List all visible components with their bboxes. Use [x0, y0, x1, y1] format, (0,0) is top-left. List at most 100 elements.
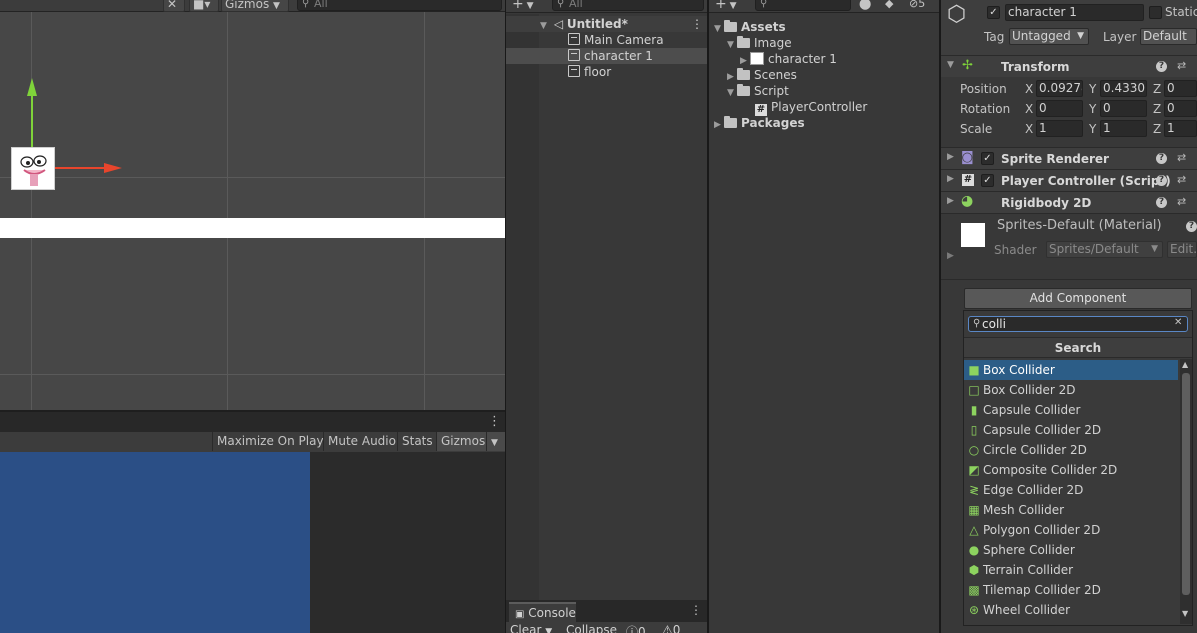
tools-button[interactable]: ✕ [163, 0, 185, 12]
component-result-item[interactable]: ⊛ Wheel Collider [964, 600, 1178, 620]
console-clear-button[interactable]: Clear ▼ [510, 623, 552, 633]
expand-arrow-icon[interactable]: ▶ [947, 174, 954, 184]
expand-arrow-icon[interactable]: ▼ [727, 85, 737, 101]
tag-dropdown[interactable]: Untagged ▼ [1009, 28, 1089, 45]
more-options-icon[interactable]: ⋮ [691, 16, 703, 32]
position-x-field[interactable]: 0.09278 [1036, 80, 1083, 97]
expand-arrow-icon[interactable]: ▶ [947, 196, 954, 206]
scale-y-field[interactable]: 1 [1100, 120, 1147, 137]
component-result-item[interactable]: ▯ Capsule Collider 2D [964, 420, 1178, 440]
scale-z-field[interactable]: 1 [1164, 120, 1197, 137]
component-result-item[interactable]: ▦ Mesh Collider [964, 500, 1178, 520]
component-result-item[interactable]: ● Sphere Collider [964, 540, 1178, 560]
transform-header[interactable]: ▼ ✢ Transform ? ⇄ [941, 55, 1197, 77]
player-controller-enabled-checkbox[interactable]: ✓ [981, 174, 994, 187]
active-checkbox[interactable]: ✓ [987, 6, 1000, 19]
folder-image[interactable]: ▼ Image [727, 35, 792, 51]
sprite-renderer-header[interactable]: ▶ ◙ ✓ Sprite Renderer ? ⇄ [941, 147, 1197, 169]
layer-dropdown[interactable]: Default [1140, 28, 1197, 45]
expand-arrow-icon[interactable]: ▼ [727, 37, 737, 53]
search-by-type-icon[interactable]: ⬤ [859, 0, 871, 10]
expand-arrow-icon[interactable]: ▶ [947, 251, 954, 261]
more-options-icon[interactable]: ⋮ [690, 603, 702, 617]
scene-gizmos-button[interactable]: Gizmos ▼ [221, 0, 289, 12]
console-collapse-button[interactable]: Collapse [566, 623, 617, 633]
position-z-field[interactable]: 0 [1164, 80, 1197, 97]
component-result-item[interactable]: ⬢ Terrain Collider [964, 560, 1178, 580]
camera-button[interactable]: ■▾ [189, 0, 219, 12]
project-search-input[interactable]: ⚲ [755, 0, 851, 11]
expand-arrow-icon[interactable]: ▼ [947, 60, 954, 70]
settings-icon[interactable]: ⇄ [1177, 151, 1186, 164]
component-result-item[interactable]: △ Polygon Collider 2D [964, 520, 1178, 540]
game-gizmos-dropdown[interactable]: ▼ [486, 432, 505, 451]
rotation-z-field[interactable]: 0 [1164, 100, 1197, 117]
component-result-item[interactable]: ▮ Capsule Collider [964, 400, 1178, 420]
game-gizmos-button[interactable]: Gizmos [436, 432, 490, 451]
shader-edit-button[interactable]: Edit... [1167, 241, 1197, 258]
results-scrollbar[interactable]: ▲ ▼ [1180, 359, 1192, 624]
scroll-down-icon[interactable]: ▼ [1182, 609, 1188, 618]
position-y-field[interactable]: 0.4330 [1100, 80, 1147, 97]
hierarchy-item[interactable]: Main Camera [506, 32, 707, 48]
object-name-field[interactable]: character 1 [1005, 4, 1144, 21]
scene-view[interactable]: ✕ ■▾ Gizmos ▼ ⚲ All [0, 0, 505, 410]
rigidbody-2d-header[interactable]: ▶ ◕ Rigidbody 2D ? ⇄ [941, 191, 1197, 213]
help-icon[interactable]: ? [1156, 61, 1167, 72]
hierarchy-item[interactable]: floor [506, 64, 707, 80]
expand-arrow-icon[interactable]: ▶ [947, 152, 954, 162]
game-view-area[interactable] [0, 452, 505, 633]
clear-search-icon[interactable]: ✕ [1174, 317, 1182, 328]
scene-search-input[interactable]: ⚲ All [297, 0, 502, 11]
hierarchy-search-input[interactable]: ⚲ All [552, 0, 704, 11]
rotation-x-field[interactable]: 0 [1036, 100, 1083, 117]
scroll-up-icon[interactable]: ▲ [1182, 360, 1188, 369]
component-result-item[interactable]: ◩ Composite Collider 2D [964, 460, 1178, 480]
component-result-item[interactable]: ■ Box Collider [964, 360, 1178, 380]
material-preview[interactable] [961, 223, 985, 247]
rotation-y-field[interactable]: 0 [1100, 100, 1147, 117]
folder-script[interactable]: ▼ Script [727, 83, 789, 99]
hierarchy-add-button[interactable]: + ▼ [512, 0, 534, 12]
character-sprite[interactable] [11, 147, 55, 190]
asset-character[interactable]: ▶ character 1 [740, 51, 837, 67]
shader-dropdown[interactable]: Sprites/Default ▼ [1046, 241, 1163, 258]
static-checkbox[interactable] [1149, 6, 1162, 19]
expand-arrow-icon[interactable]: ▶ [714, 117, 724, 133]
asset-player-controller[interactable]: # PlayerController [755, 99, 867, 116]
settings-icon[interactable]: ⇄ [1177, 195, 1186, 208]
help-icon[interactable]: ? [1186, 221, 1197, 232]
stats-button[interactable]: Stats [397, 432, 437, 451]
project-add-button[interactable]: + ▼ [715, 0, 737, 12]
sprite-renderer-enabled-checkbox[interactable]: ✓ [981, 152, 994, 165]
warning-count-badge[interactable]: ⚠0 [662, 623, 680, 633]
player-controller-header[interactable]: ▶ # ✓ Player Controller (Script) ? ⇄ [941, 169, 1197, 191]
folder-assets[interactable]: ▼ Assets [714, 19, 786, 35]
scale-x-field[interactable]: 1 [1036, 120, 1083, 137]
help-icon[interactable]: ? [1156, 153, 1167, 164]
mute-audio-button[interactable]: Mute Audio [323, 432, 400, 451]
expand-arrow-icon[interactable]: ▼ [714, 21, 724, 37]
folder-scenes[interactable]: ▶ Scenes [727, 67, 797, 83]
component-result-item[interactable]: ≷ Edge Collider 2D [964, 480, 1178, 500]
settings-icon[interactable]: ⇄ [1177, 173, 1186, 186]
gameobject-cube-icon[interactable]: ⬡ [947, 2, 966, 27]
maximize-on-play-button[interactable]: Maximize On Play [212, 432, 328, 451]
settings-icon[interactable]: ⇄ [1177, 59, 1186, 72]
scrollbar-thumb[interactable] [1182, 373, 1190, 595]
component-result-item[interactable]: ○ Circle Collider 2D [964, 440, 1178, 460]
search-by-label-icon[interactable]: ◆ [885, 0, 893, 10]
component-result-item[interactable]: □ Box Collider 2D [964, 380, 1178, 400]
component-search-input[interactable]: ⚲ colli ✕ [968, 316, 1188, 332]
folder-packages[interactable]: ▶ Packages [714, 115, 805, 131]
more-options-icon[interactable]: ⋮ [488, 414, 501, 429]
help-icon[interactable]: ? [1156, 197, 1167, 208]
hidden-packages-icon[interactable]: ⊘5 [909, 0, 925, 10]
add-component-button[interactable]: Add Component [964, 288, 1192, 309]
scene-root[interactable]: ▼ ◁ Untitled* ⋮ [506, 16, 707, 32]
console-tab[interactable]: ▣ Console [509, 602, 576, 622]
help-icon[interactable]: ? [1156, 175, 1167, 186]
component-result-item[interactable]: ▩ Tilemap Collider 2D [964, 580, 1178, 600]
info-count-badge[interactable]: ⓘ0 [626, 623, 646, 633]
hierarchy-item-selected[interactable]: character 1 [506, 48, 707, 64]
